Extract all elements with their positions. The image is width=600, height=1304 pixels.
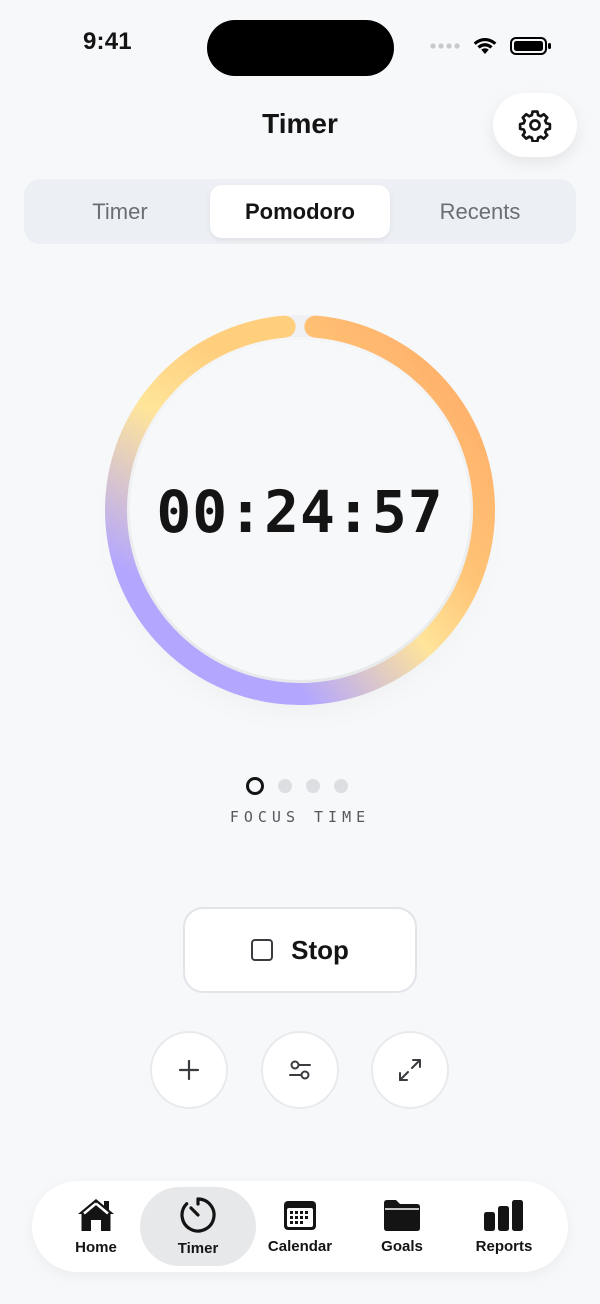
tabbar-item-goals[interactable]: Goals	[344, 1187, 460, 1266]
folder-icon	[384, 1200, 420, 1231]
tabbar-item-home[interactable]: Home	[38, 1187, 154, 1266]
tabbar-label-timer: Timer	[177, 1240, 219, 1257]
dynamic-island	[207, 20, 394, 76]
mode-segmented-control: Timer Pomodoro Recents	[24, 179, 576, 244]
wifi-icon	[473, 38, 497, 54]
stop-square-icon	[251, 939, 274, 961]
phase-dot-active	[246, 777, 264, 795]
add-icon	[178, 1059, 200, 1081]
phase-dot	[334, 779, 348, 793]
bottom-tab-bar: Home Timer Calendar Goals Reports	[32, 1181, 568, 1272]
timer-display: 00:24:57	[156, 478, 444, 546]
adjust-icon	[289, 1060, 311, 1080]
tab-timer[interactable]: Timer	[30, 185, 210, 238]
status-time: 9:41	[83, 28, 132, 55]
phase-indicator	[246, 777, 348, 795]
settings-button[interactable]	[493, 93, 577, 157]
tabbar-item-calendar[interactable]: Calendar	[242, 1187, 358, 1266]
phase-label: FOCUS TIME	[229, 808, 371, 826]
tabbar-item-timer[interactable]: Timer	[140, 1187, 256, 1266]
tabbar-label-reports: Reports	[475, 1238, 533, 1255]
expand-icon	[399, 1059, 421, 1081]
cellular-signal-icon	[430, 43, 460, 49]
timer-icon	[180, 1197, 216, 1233]
tab-recents[interactable]: Recents	[390, 185, 570, 238]
calendar-icon	[284, 1201, 316, 1230]
fullscreen-button[interactable]	[371, 1031, 449, 1109]
stop-label: Stop	[291, 934, 349, 965]
gear-icon	[518, 110, 552, 142]
home-icon	[78, 1199, 114, 1231]
phase-dot	[278, 779, 292, 793]
tabbar-item-reports[interactable]: Reports	[446, 1187, 562, 1266]
tabbar-label-home: Home	[75, 1239, 117, 1256]
tab-pomodoro[interactable]: Pomodoro	[210, 185, 390, 238]
bar-chart-icon	[484, 1200, 523, 1231]
timer-ring: 00:24:57	[90, 300, 510, 720]
adjust-button[interactable]	[261, 1031, 339, 1109]
tabbar-label-goals: Goals	[381, 1238, 423, 1255]
tabbar-label-calendar: Calendar	[267, 1238, 333, 1255]
stop-button[interactable]: Stop	[183, 907, 417, 993]
status-icons	[430, 36, 552, 56]
add-time-button[interactable]	[150, 1031, 228, 1109]
battery-icon	[510, 37, 551, 55]
phase-dot	[306, 779, 320, 793]
